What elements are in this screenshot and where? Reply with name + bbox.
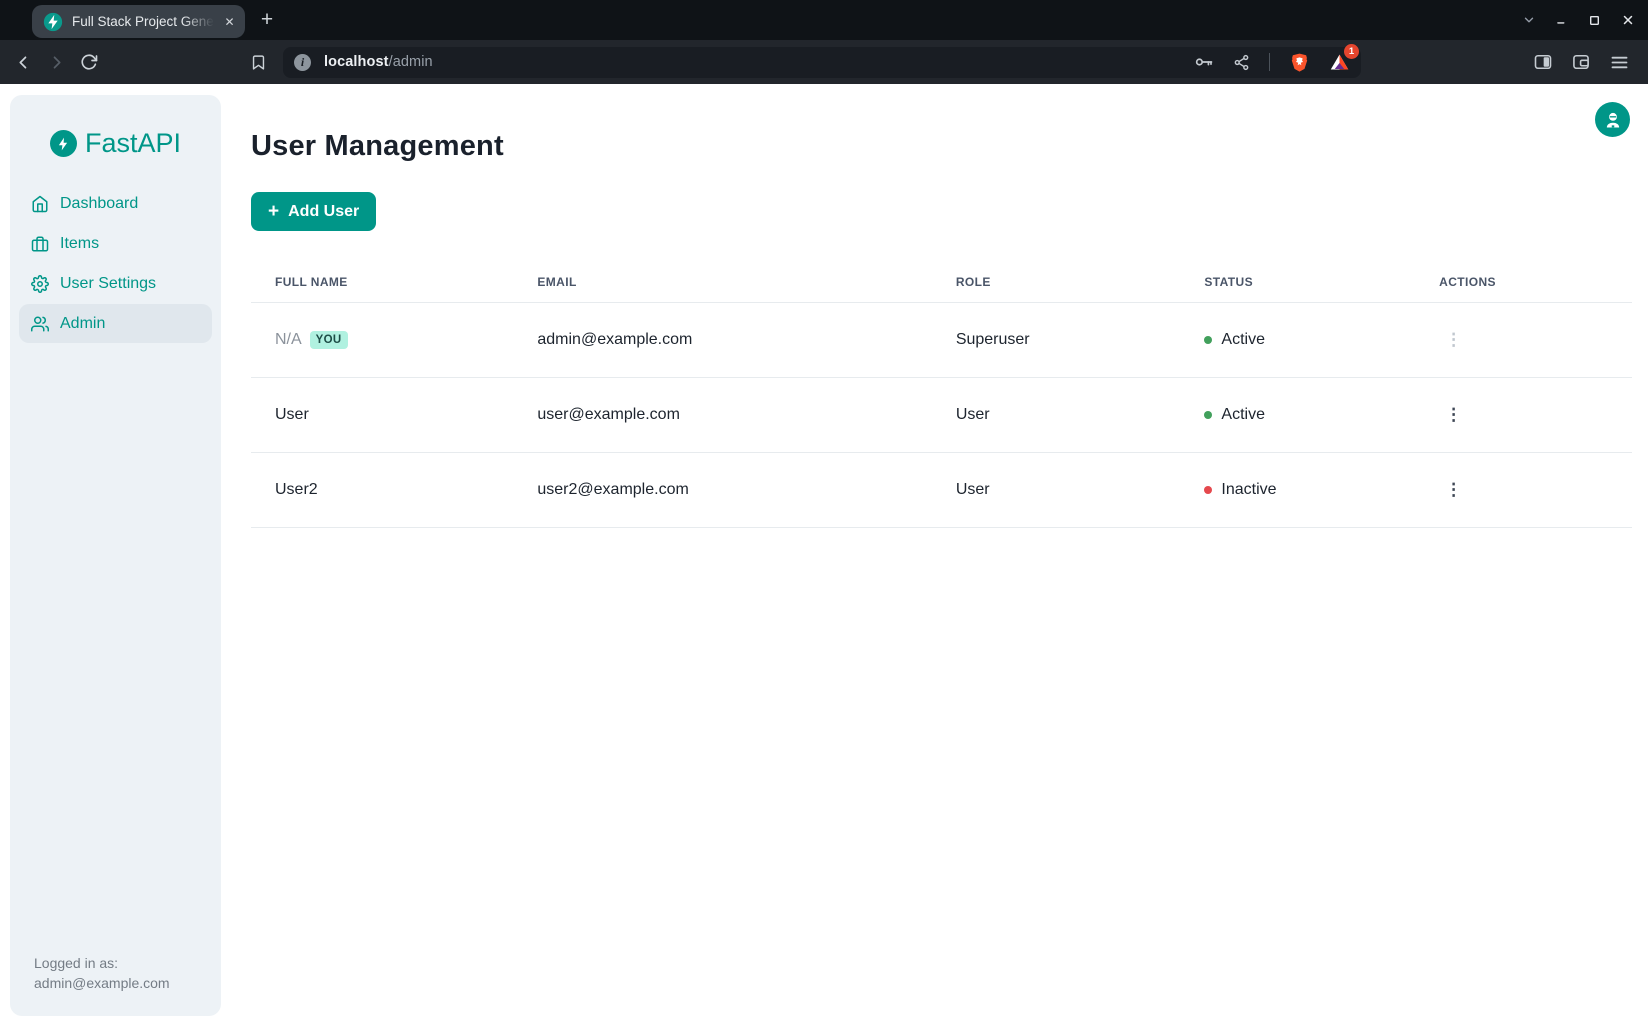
- status-dot-inactive: [1204, 486, 1212, 494]
- status-dot-active: [1204, 336, 1212, 344]
- page-title: User Management: [251, 130, 1632, 163]
- cell-email: user@example.com: [513, 406, 931, 424]
- main-content: User Management + Add User FULL NAME EMA…: [251, 84, 1632, 528]
- tab-close-icon[interactable]: ✕: [220, 12, 239, 31]
- sidebar-item-label: Admin: [60, 315, 105, 333]
- status-dot-active: [1204, 411, 1212, 419]
- user-astronaut-icon: [1603, 110, 1623, 130]
- cell-status: Active: [1180, 406, 1415, 424]
- home-icon: [31, 195, 49, 213]
- sidebar-item-admin[interactable]: Admin: [19, 304, 212, 343]
- cell-actions: ⋮: [1415, 331, 1632, 350]
- sidebar-item-items[interactable]: Items: [19, 224, 212, 263]
- rewards-badge: 1: [1344, 44, 1359, 59]
- table-header-row: FULL NAME EMAIL ROLE STATUS ACTIONS: [251, 261, 1632, 303]
- url-text: localhost/admin: [324, 54, 433, 70]
- cell-email: user2@example.com: [513, 481, 931, 499]
- sidebar-item-user-settings[interactable]: User Settings: [19, 264, 212, 303]
- share-icon[interactable]: [1233, 54, 1250, 71]
- wallet-icon[interactable]: [1571, 52, 1591, 72]
- browser-tab[interactable]: Full Stack Project Genera ✕: [32, 5, 245, 38]
- cell-full-name: User: [251, 406, 513, 424]
- you-badge: YOU: [310, 331, 348, 349]
- add-user-label: Add User: [288, 203, 359, 221]
- sidebar-toggle-icon[interactable]: [1533, 52, 1553, 72]
- window-controls: [1512, 0, 1644, 40]
- forward-button-icon[interactable]: [42, 48, 70, 76]
- cell-role: Superuser: [932, 331, 1181, 349]
- column-header-status: STATUS: [1180, 275, 1415, 289]
- column-header-full-name: FULL NAME: [251, 275, 513, 289]
- url-host: localhost: [324, 54, 389, 70]
- divider: [1269, 53, 1270, 71]
- sidebar: FastAPI Dashboard Items User Settings: [10, 95, 221, 1016]
- row-actions-kebab-icon[interactable]: ⋮: [1439, 403, 1468, 426]
- tab-title: Full Stack Project Genera: [72, 14, 217, 29]
- sidebar-nav: Dashboard Items User Settings Admin: [10, 184, 221, 343]
- fastapi-favicon-icon: [43, 12, 63, 32]
- site-info-icon[interactable]: i: [294, 54, 311, 71]
- row-actions-kebab-icon[interactable]: ⋮: [1439, 328, 1468, 351]
- address-bar-actions: 1: [1175, 52, 1350, 73]
- browser-toolbar: i localhost/admin 1: [0, 40, 1648, 84]
- cell-status: Inactive: [1180, 481, 1415, 499]
- new-tab-button[interactable]: +: [254, 7, 280, 33]
- browser-tab-strip: Full Stack Project Genera ✕ +: [0, 0, 1648, 40]
- cell-role: User: [932, 481, 1181, 499]
- cell-role: User: [932, 406, 1181, 424]
- row-actions-kebab-icon[interactable]: ⋮: [1439, 478, 1468, 501]
- cell-actions: ⋮: [1415, 481, 1632, 500]
- users-table: FULL NAME EMAIL ROLE STATUS ACTIONS N/A Y…: [251, 261, 1632, 528]
- reload-button-icon[interactable]: [75, 48, 103, 76]
- address-bar[interactable]: i localhost/admin 1: [283, 47, 1361, 78]
- url-path: /admin: [389, 54, 433, 70]
- cell-full-name: N/A YOU: [251, 331, 513, 350]
- add-user-button[interactable]: + Add User: [251, 192, 376, 231]
- menu-hamburger-icon[interactable]: [1609, 52, 1630, 73]
- back-button-icon[interactable]: [9, 48, 37, 76]
- user-menu-button[interactable]: [1595, 102, 1630, 137]
- cell-email: admin@example.com: [513, 331, 931, 349]
- logged-in-info: Logged in as: admin@example.com: [34, 953, 170, 994]
- maximize-button[interactable]: [1578, 0, 1611, 40]
- sidebar-item-label: User Settings: [60, 275, 156, 293]
- logged-in-label: Logged in as:: [34, 953, 170, 974]
- fastapi-bolt-icon: [50, 130, 77, 157]
- full-name-value: N/A: [275, 331, 302, 348]
- logged-in-email: admin@example.com: [34, 973, 170, 994]
- cell-full-name: User2: [251, 481, 513, 499]
- status-value: Active: [1221, 331, 1265, 349]
- column-header-email: EMAIL: [513, 275, 931, 289]
- table-row: User user@example.com User Active ⋮: [251, 378, 1632, 453]
- logo-text: FastAPI: [85, 128, 181, 159]
- minimize-button[interactable]: [1545, 0, 1578, 40]
- fastapi-logo: FastAPI: [10, 128, 221, 159]
- users-icon: [31, 315, 49, 333]
- column-header-actions: ACTIONS: [1415, 275, 1632, 289]
- cell-status: Active: [1180, 331, 1415, 349]
- toolbar-right: [1533, 52, 1639, 73]
- sidebar-item-label: Items: [60, 235, 99, 253]
- gear-icon: [31, 275, 49, 293]
- sidebar-item-dashboard[interactable]: Dashboard: [19, 184, 212, 223]
- close-window-button[interactable]: [1611, 0, 1644, 40]
- table-row: User2 user2@example.com User Inactive ⋮: [251, 453, 1632, 528]
- status-value: Inactive: [1221, 481, 1276, 499]
- plus-icon: +: [268, 202, 279, 221]
- table-row: N/A YOU admin@example.com Superuser Activ…: [251, 303, 1632, 378]
- sidebar-item-label: Dashboard: [60, 195, 138, 213]
- cell-actions: ⋮: [1415, 406, 1632, 425]
- brave-shield-icon[interactable]: [1289, 52, 1310, 73]
- briefcase-icon: [31, 235, 49, 253]
- tab-search-chevron-icon[interactable]: [1512, 0, 1545, 40]
- app-page: FastAPI Dashboard Items User Settings: [0, 84, 1648, 1025]
- passwords-key-icon[interactable]: [1194, 52, 1214, 72]
- brave-rewards-bat-icon[interactable]: 1: [1329, 52, 1350, 73]
- status-value: Active: [1221, 406, 1265, 424]
- bookmark-icon[interactable]: [244, 48, 272, 76]
- column-header-role: ROLE: [932, 275, 1181, 289]
